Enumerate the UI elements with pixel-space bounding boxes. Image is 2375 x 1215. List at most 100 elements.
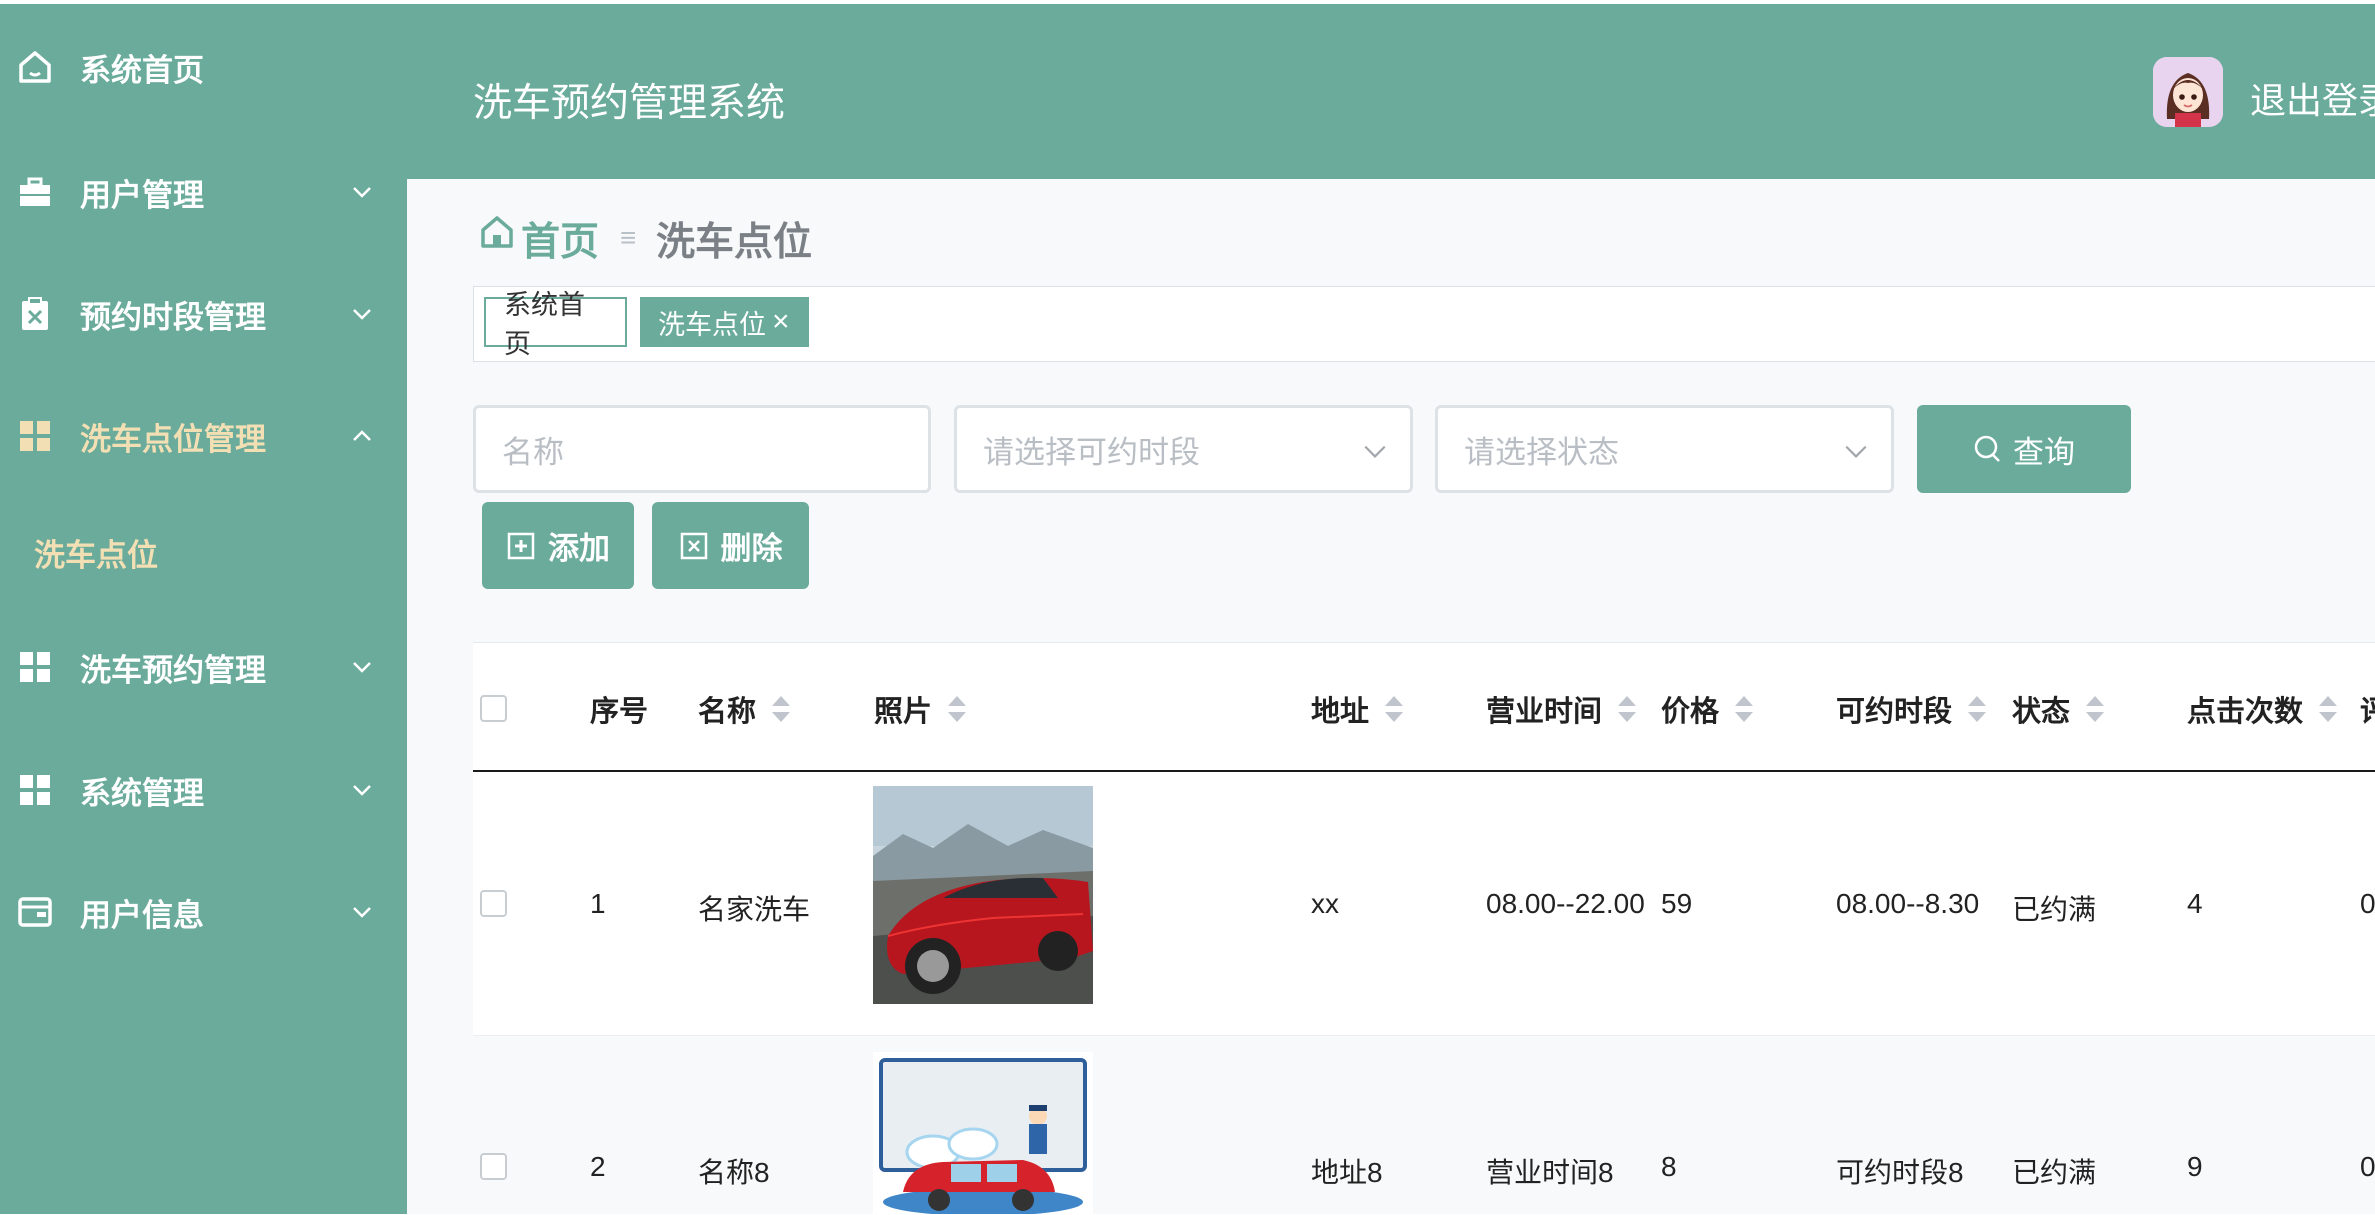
grid-icon (20, 775, 50, 805)
wallet-icon (18, 897, 52, 927)
column-header-label: 点击次数 (2187, 696, 2304, 728)
column-header-label: 评 (2360, 696, 2375, 728)
column-header[interactable]: 状态 (2012, 688, 2105, 730)
grid-icon (20, 652, 50, 682)
tag-home[interactable]: 系统首页 (484, 290, 627, 359)
column-header[interactable]: 地址 (1311, 688, 1404, 730)
app-title: 洗车预约管理系统 (473, 82, 786, 125)
logout-button[interactable]: 退出登录 (2250, 72, 2375, 124)
sidebar-item-system[interactable]: 系统管理 (0, 750, 407, 830)
cell-no: 1 (590, 888, 606, 919)
close-icon[interactable]: × (772, 305, 790, 339)
column-header: 序号 (590, 688, 648, 730)
close-square-icon (680, 532, 707, 559)
chevron-down-icon (353, 187, 371, 198)
query-label: 查询 (2013, 434, 2075, 470)
column-header[interactable]: 营业时间 (1486, 688, 1637, 730)
sort-icon[interactable] (772, 694, 791, 724)
slot-select-placeholder: 请选择可约时段 (983, 434, 1200, 470)
sidebar-item-bookings[interactable]: 洗车预约管理 (0, 627, 407, 707)
column-header[interactable]: 照片 (874, 688, 967, 730)
cell-address: 地址8 (1311, 1157, 1383, 1188)
breadcrumb-home[interactable]: 首页 (521, 211, 599, 267)
cell-hours: 营业时间8 (1486, 1157, 1614, 1188)
row-checkbox[interactable] (480, 890, 507, 917)
select-all-checkbox[interactable] (480, 695, 507, 722)
delete-label: 删除 (720, 531, 783, 566)
name-input-placeholder: 名称 (502, 434, 564, 470)
column-header-label: 名称 (698, 696, 757, 728)
sort-icon[interactable] (1618, 694, 1637, 724)
add-button[interactable]: 添加 (482, 502, 634, 589)
clipboard-x-icon (22, 297, 48, 330)
column-header-label: 序号 (590, 696, 649, 728)
cell-extra: 0 (2360, 888, 2375, 919)
row-checkbox[interactable] (480, 1153, 507, 1180)
briefcase-icon (20, 177, 50, 206)
grid-icon (20, 421, 50, 451)
sort-icon[interactable] (1385, 694, 1404, 724)
sort-icon[interactable] (1968, 694, 1987, 724)
avatar[interactable] (2153, 57, 2223, 127)
cell-name: 名家洗车 (698, 894, 811, 925)
sort-icon[interactable] (2086, 694, 2105, 724)
cell-price: 8 (1661, 1151, 1677, 1182)
sidebar-item-label: 系统管理 (80, 775, 204, 811)
chevron-down-icon (353, 309, 371, 320)
red-car-image (873, 786, 1093, 1004)
car-wash-photo[interactable] (873, 1052, 1093, 1214)
tag-label: 洗车点位 (658, 309, 766, 340)
add-label: 添加 (548, 531, 610, 566)
cell-extra: 0 (2360, 1151, 2375, 1182)
search-icon (1974, 435, 2000, 462)
chevron-down-icon (1364, 445, 1386, 458)
cell-status: 已约满 (2012, 894, 2097, 925)
column-header: 评 (2360, 688, 2375, 730)
sidebar-item-slots[interactable]: 预约时段管理 (0, 274, 407, 354)
sidebar-item-label: 用户信息 (80, 897, 204, 933)
name-search-input[interactable]: 名称 (473, 405, 931, 493)
column-header-label: 价格 (1661, 696, 1720, 728)
column-header[interactable]: 可约时段 (1836, 688, 1987, 730)
sidebar-item-users[interactable]: 用户管理 (0, 152, 407, 232)
cell-slot: 可约时段8 (1836, 1157, 1964, 1188)
sort-icon[interactable] (948, 694, 967, 724)
tag-label: 系统首页 (504, 290, 585, 359)
sidebar-item-label: 用户管理 (80, 177, 204, 213)
sort-icon[interactable] (2319, 694, 2338, 724)
column-header-label: 状态 (2012, 696, 2071, 728)
sidebar-subitem-locations[interactable]: 洗车点位 (34, 530, 158, 575)
sidebar-item-label: 洗车点位管理 (80, 421, 266, 457)
breadcrumb-current: 洗车点位 (656, 221, 813, 264)
car-photo[interactable] (873, 786, 1093, 1004)
slot-select[interactable]: 请选择可约时段 (954, 405, 1413, 493)
column-header[interactable]: 价格 (1661, 688, 1754, 730)
column-header[interactable]: 名称 (698, 688, 791, 730)
chevron-down-icon (1845, 445, 1867, 458)
chevron-down-icon (353, 907, 371, 918)
status-select[interactable]: 请选择状态 (1435, 405, 1894, 493)
cell-status: 已约满 (2012, 1157, 2097, 1188)
delete-button[interactable]: 删除 (652, 502, 809, 589)
cell-hours: 08.00--22.00 (1486, 888, 1645, 919)
status-select-placeholder: 请选择状态 (1464, 434, 1619, 470)
home-icon (481, 216, 513, 248)
column-header[interactable]: 点击次数 (2187, 688, 2338, 730)
cell-address: xx (1311, 888, 1339, 919)
chevron-up-icon (353, 430, 371, 441)
column-header-label: 营业时间 (1486, 696, 1603, 728)
sidebar-item-userinfo[interactable]: 用户信息 (0, 872, 407, 952)
tag-locations[interactable]: 洗车点位 × (640, 297, 809, 347)
sidebar-item-label: 洗车预约管理 (80, 652, 266, 688)
cell-price: 59 (1661, 888, 1693, 919)
plus-square-icon (507, 532, 535, 559)
sidebar-item-locations[interactable]: 洗车点位管理 (0, 396, 407, 476)
chevron-down-icon (353, 785, 371, 796)
cell-clicks: 9 (2187, 1151, 2203, 1182)
cell-no: 2 (590, 1151, 606, 1182)
query-button[interactable]: 查询 (1917, 405, 2131, 493)
sort-icon[interactable] (1735, 694, 1754, 724)
column-header-label: 照片 (874, 696, 933, 728)
sidebar-item-home[interactable]: 系统首页 (0, 27, 407, 107)
column-header-label: 可约时段 (1836, 696, 1953, 728)
